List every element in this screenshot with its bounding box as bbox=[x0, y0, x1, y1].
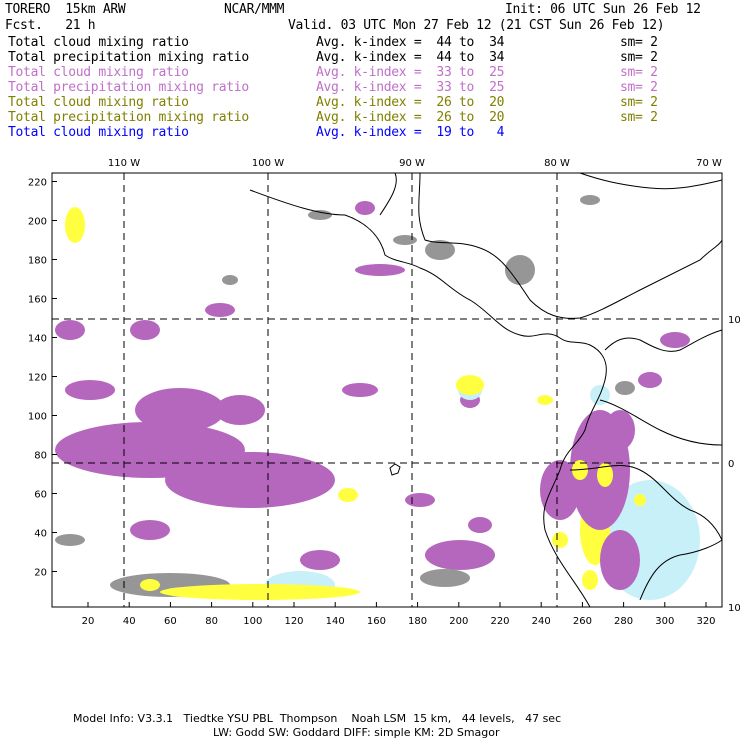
gray-field-region bbox=[222, 275, 238, 285]
purple-field-region bbox=[165, 452, 335, 508]
x-tick-label: 220 bbox=[490, 616, 509, 627]
y-tick-label: 40 bbox=[34, 529, 47, 540]
gray-field-region bbox=[580, 195, 600, 205]
y-tick-label: 200 bbox=[28, 217, 47, 228]
y-tick-label: 140 bbox=[28, 334, 47, 345]
y-tick-label: 100 bbox=[28, 412, 47, 423]
yellow-field-region bbox=[634, 494, 646, 506]
purple-field-region bbox=[355, 264, 405, 276]
purple-field-region bbox=[660, 332, 690, 348]
y-tick-label: 80 bbox=[34, 451, 47, 462]
map-plot: 20 40 60 80 100 120 140 160 180 200 220 240 260 280 30… bbox=[28, 158, 740, 627]
yellow-field-region bbox=[338, 488, 358, 502]
x-tick-label: 100 bbox=[243, 616, 262, 627]
galapagos bbox=[389, 463, 401, 476]
gray-field-region bbox=[615, 381, 635, 395]
latitude-label: 0 bbox=[728, 459, 734, 470]
x-tick-label: 200 bbox=[449, 616, 468, 627]
x-tick-label: 300 bbox=[655, 616, 674, 627]
x-tick-label: 160 bbox=[367, 616, 386, 627]
x-tick-label: 240 bbox=[532, 616, 551, 627]
x-tick-label: 120 bbox=[284, 616, 303, 627]
gray-field-region bbox=[308, 210, 332, 220]
purple-field-region bbox=[468, 517, 492, 533]
y-tick-label: 220 bbox=[28, 178, 47, 189]
longitude-label: 110 W bbox=[108, 158, 140, 169]
y-tick-label: 60 bbox=[34, 490, 47, 501]
yellow-field-region bbox=[65, 207, 85, 243]
purple-field-region bbox=[215, 395, 265, 425]
x-tick-label: 80 bbox=[205, 616, 218, 627]
purple-field-region bbox=[130, 520, 170, 540]
yellow-field-region bbox=[160, 584, 360, 600]
purple-field-region bbox=[342, 383, 378, 397]
purple-field-region bbox=[65, 380, 115, 400]
purple-field-region bbox=[638, 372, 662, 388]
footer-physics: LW: Godd SW: Goddard DIFF: simple KM: 2D… bbox=[213, 726, 500, 739]
x-tick-label: 20 bbox=[82, 616, 95, 627]
gray-field-region bbox=[393, 235, 417, 245]
yellow-field-region bbox=[582, 570, 598, 590]
purple-field-region bbox=[600, 530, 640, 590]
y-tick-label: 20 bbox=[34, 568, 47, 579]
coastline-yucatan bbox=[379, 172, 397, 216]
latitude-label: 10 N bbox=[728, 315, 740, 326]
purple-field-region bbox=[405, 493, 435, 507]
y-tick-label: 160 bbox=[28, 295, 47, 306]
x-tick-label: 320 bbox=[696, 616, 715, 627]
yellow-field-region bbox=[537, 395, 553, 405]
purple-field-region bbox=[425, 540, 495, 570]
yellow-field-region bbox=[140, 579, 160, 591]
x-tick-label: 140 bbox=[326, 616, 345, 627]
x-tick-label: 280 bbox=[614, 616, 633, 627]
longitude-label: 70 W bbox=[696, 158, 722, 169]
purple-field-region bbox=[130, 320, 160, 340]
footer-model-info: Model Info: V3.3.1 Tiedtke YSU PBL Thomp… bbox=[73, 712, 562, 725]
gray-field-region bbox=[55, 534, 85, 546]
purple-field-region bbox=[135, 388, 225, 432]
gray-field-region bbox=[505, 255, 535, 285]
y-tick-label: 120 bbox=[28, 373, 47, 384]
mixing-ratio-fields bbox=[55, 195, 700, 600]
weather-map-figure: TORERO 15km ARW NCAR/MMM Init: 06 UTC Su… bbox=[0, 0, 740, 740]
yellow-field-region bbox=[552, 532, 568, 548]
x-tick-label: 60 bbox=[164, 616, 177, 627]
purple-field-region bbox=[355, 201, 375, 215]
gray-field-region bbox=[420, 569, 470, 587]
longitude-label: 80 W bbox=[544, 158, 570, 169]
purple-field-region bbox=[205, 303, 235, 317]
yellow-field-region bbox=[456, 375, 484, 395]
purple-field-region bbox=[605, 410, 635, 450]
y-tick-label: 180 bbox=[28, 256, 47, 267]
longitude-label: 90 W bbox=[399, 158, 425, 169]
x-tick-label: 180 bbox=[408, 616, 427, 627]
purple-field-region bbox=[55, 320, 85, 340]
purple-field-region bbox=[300, 550, 340, 570]
x-tick-label: 40 bbox=[123, 616, 136, 627]
longitude-label: 100 W bbox=[252, 158, 284, 169]
x-tick-label: 260 bbox=[573, 616, 592, 627]
caribbean-island bbox=[579, 172, 723, 190]
latitude-label: 10 S bbox=[728, 603, 740, 614]
